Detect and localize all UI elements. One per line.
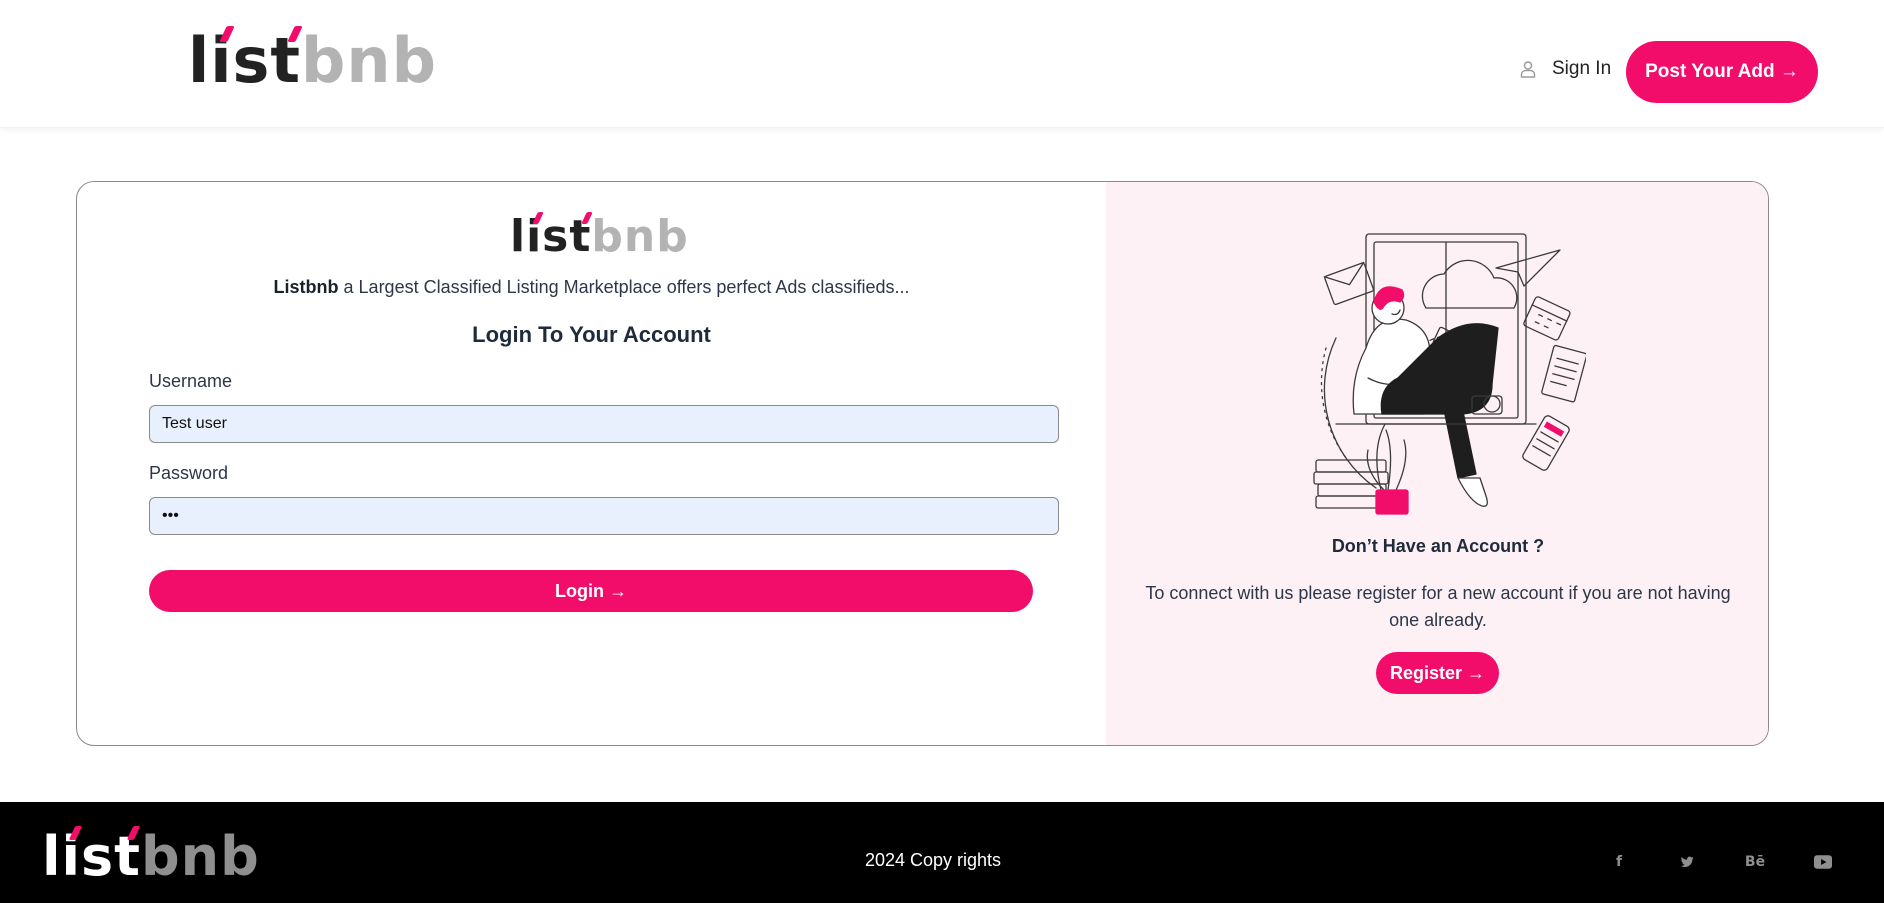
site-logo[interactable]: list bnb — [188, 24, 437, 97]
sign-in-label: Sign In — [1552, 58, 1612, 79]
person-at-window-illustration — [1313, 233, 1586, 515]
social-links: f Bē — [1605, 852, 1837, 872]
tagline: Listbnb a Largest Classified Listing Mar… — [77, 277, 1106, 298]
youtube-icon[interactable] — [1809, 852, 1837, 872]
auth-card: list bnb Listbnb a Largest Classified Li… — [76, 181, 1769, 746]
register-panel: Don’t Have an Account ? To connect with … — [1106, 182, 1768, 745]
sign-in-link[interactable]: Sign In — [1518, 58, 1611, 80]
facebook-icon[interactable]: f — [1605, 852, 1633, 872]
logo-text-dark: list — [510, 211, 592, 262]
logo-text-light: bnb — [301, 24, 437, 97]
tagline-text: a Largest Classified Listing Marketplace… — [338, 277, 910, 297]
user-icon — [1520, 61, 1536, 78]
password-label: Password — [149, 463, 229, 483]
copyright-text: 2024 Copy rights — [864, 850, 1002, 870]
logo-text-light: bnb — [591, 211, 689, 262]
password-input[interactable] — [149, 497, 1059, 535]
post-ad-button[interactable]: Post Your Add → — [1626, 41, 1818, 103]
username-input[interactable] — [149, 405, 1059, 443]
register-button[interactable]: Register → — [1376, 652, 1499, 694]
site-header: list bnb Sign In Post Your Add → — [0, 0, 1884, 128]
login-logo: list bnb — [510, 211, 689, 262]
login-button[interactable]: Login → — [149, 570, 1033, 612]
tagline-brand: Listbnb — [273, 277, 339, 297]
username-label: Username — [149, 371, 233, 391]
twitter-icon[interactable] — [1673, 852, 1701, 872]
login-panel: list bnb Listbnb a Largest Classified Li… — [77, 182, 1106, 745]
register-description: To connect with us please register for a… — [1145, 583, 1731, 630]
no-account-heading: Don’t Have an Account ? — [1331, 536, 1545, 556]
site-footer: list bnb 2024 Copy rights f Bē — [0, 802, 1884, 903]
behance-icon[interactable]: Bē — [1741, 852, 1769, 872]
logo-text-dark: list — [188, 24, 302, 97]
login-title: Login To Your Account — [472, 322, 711, 347]
